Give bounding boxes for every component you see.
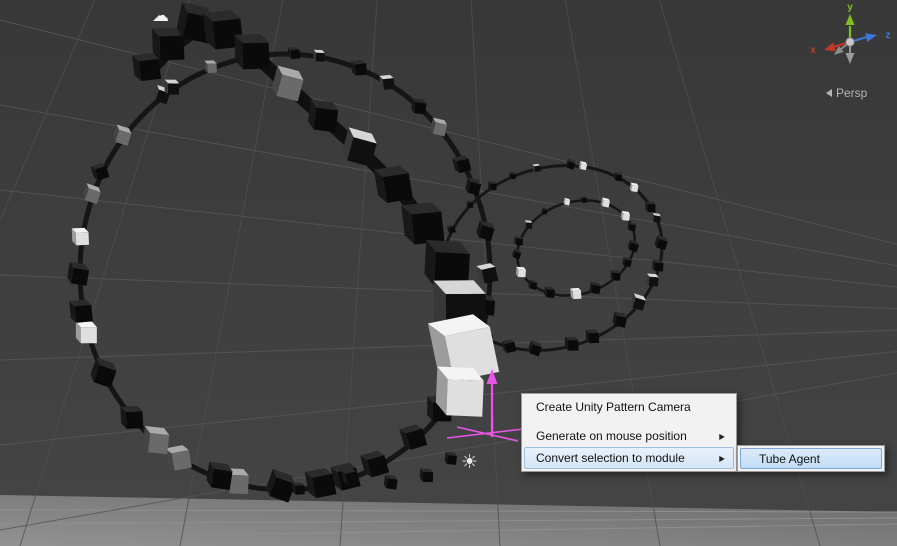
persp-arrow-icon — [826, 89, 832, 97]
menu-item-generate-on-mouse-position[interactable]: Generate on mouse position ▶ — [524, 425, 734, 447]
axis-z-cone[interactable]: z — [849, 30, 891, 44]
menu-separator — [524, 418, 734, 425]
menu-item-label: Create Unity Pattern Camera — [536, 400, 691, 414]
axis-center-sphere[interactable] — [845, 37, 855, 47]
cloud-icon[interactable]: ☁ — [152, 7, 169, 24]
submenu-arrow-icon: ▶ — [719, 453, 725, 463]
context-submenu: Tube Agent — [737, 445, 885, 472]
persp-toggle[interactable]: Persp — [826, 86, 867, 100]
orientation-gizmo[interactable]: x z y — [800, 0, 897, 78]
menu-item-label: Convert selection to module — [536, 451, 685, 465]
context-menu: Create Unity Pattern Camera Generate on … — [521, 393, 737, 472]
menu-item-create-unity-pattern-camera[interactable]: Create Unity Pattern Camera — [524, 396, 734, 418]
axis-y-cone[interactable]: y — [845, 2, 855, 42]
axis-x-cone[interactable]: x — [810, 40, 851, 56]
menu-item-label: Generate on mouse position — [536, 429, 687, 443]
menu-item-convert-selection-to-module[interactable]: Convert selection to module ▶ — [524, 447, 734, 469]
menu-item-label: Tube Agent — [759, 451, 820, 466]
unity-scene-view: ☁ ☀ x z y Persp Create Unity Pattern Cam… — [0, 0, 897, 546]
axis-y-label: y — [847, 2, 853, 13]
sun-light-gizmo-icon[interactable]: ☀ — [461, 453, 478, 472]
axis-x-label: x — [810, 45, 816, 56]
persp-label: Persp — [836, 86, 868, 100]
submenu-arrow-icon: ▶ — [719, 431, 725, 441]
menu-item-tube-agent[interactable]: Tube Agent — [740, 448, 882, 469]
axis-z-label: z — [886, 30, 891, 41]
